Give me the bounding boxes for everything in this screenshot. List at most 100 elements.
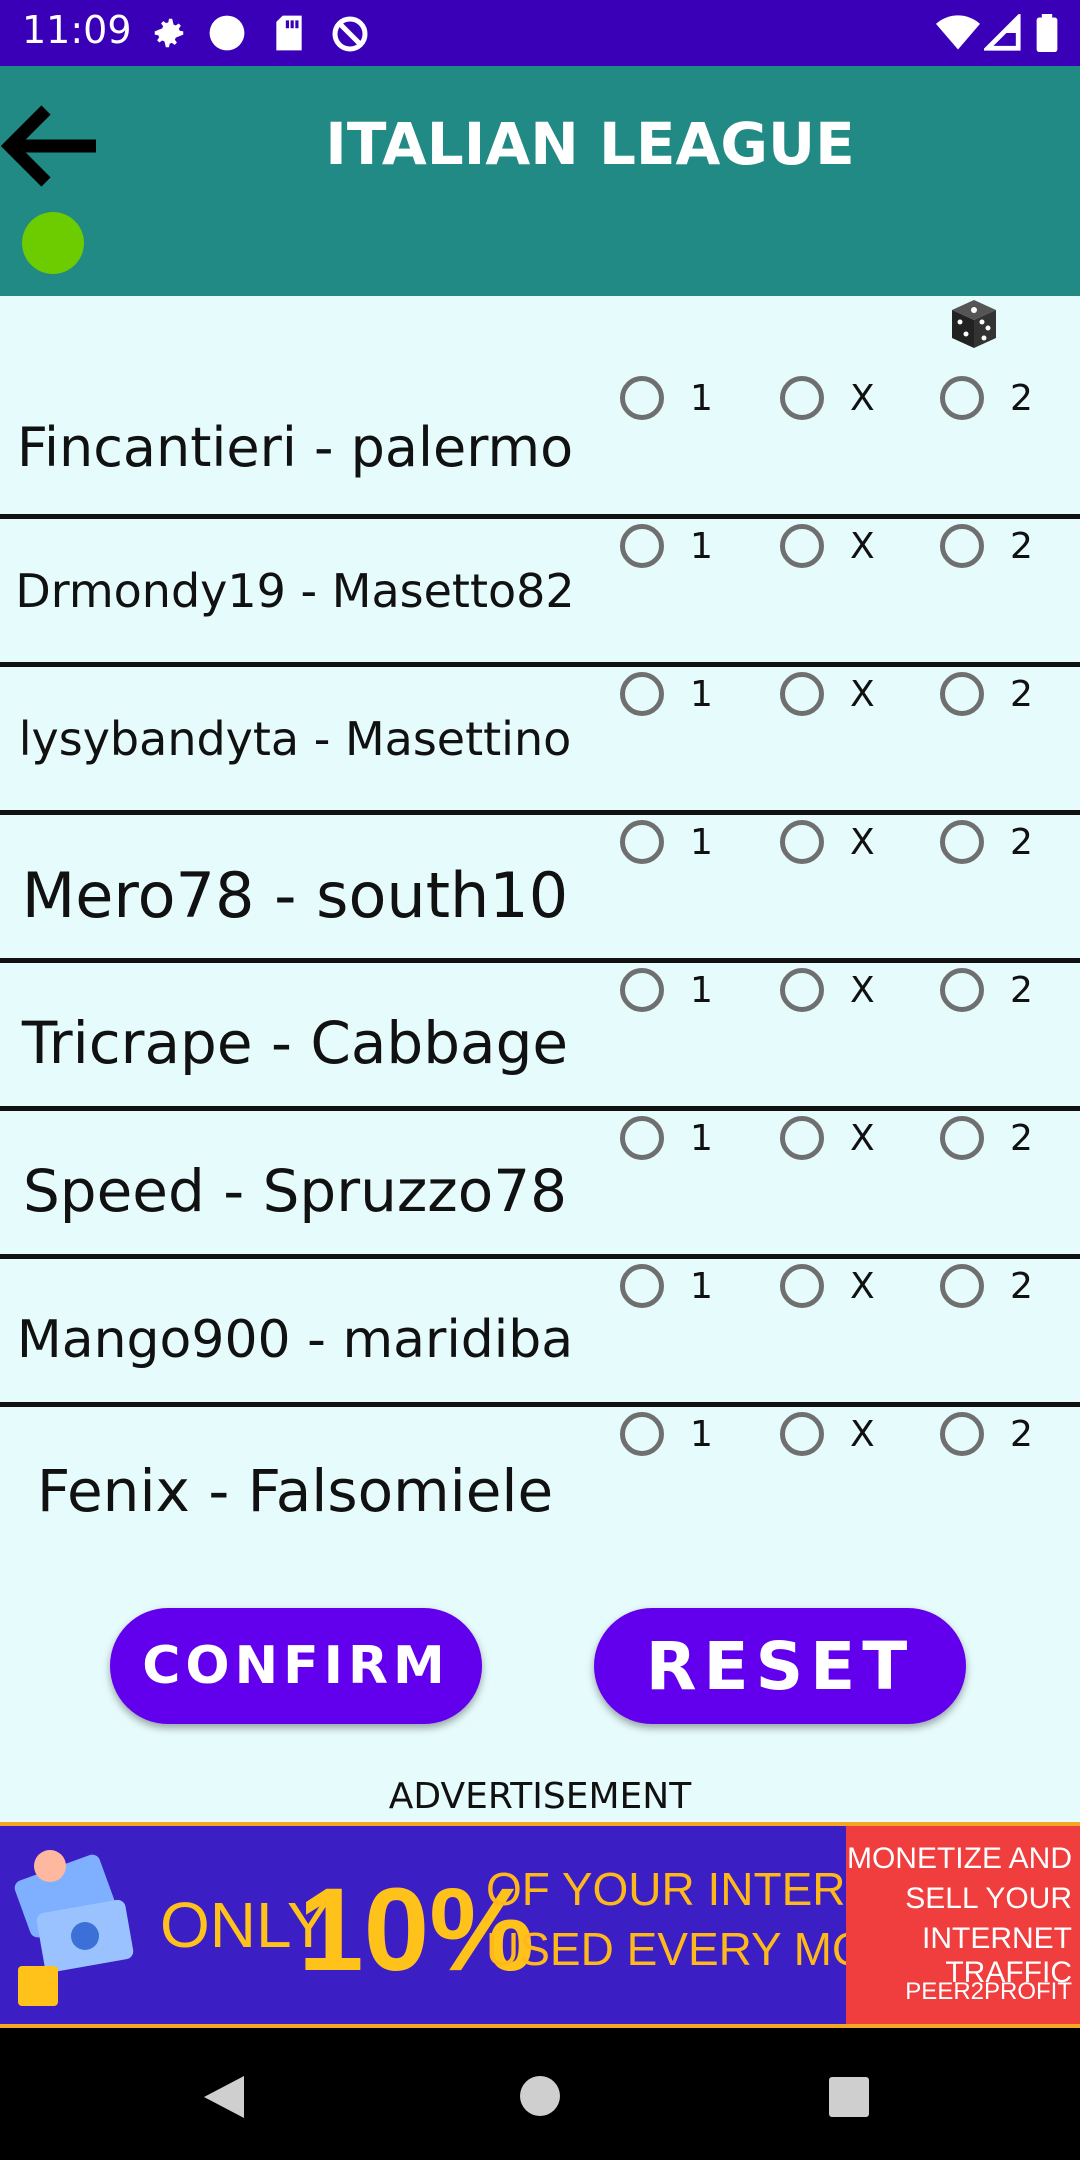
option-label: X (850, 1414, 875, 1455)
navigation-bar (0, 2028, 1080, 2160)
option-away[interactable]: 2 (940, 1264, 1080, 1344)
nav-recents-icon[interactable] (828, 2076, 870, 2118)
option-label: 2 (1010, 822, 1033, 863)
option-home[interactable]: 1 (620, 1264, 760, 1344)
settings-icon (154, 18, 184, 48)
match-row: Speed - Spruzzo78 1 X 2 (0, 1116, 1080, 1260)
radio-button[interactable] (780, 1412, 824, 1456)
radio-button[interactable] (620, 376, 664, 420)
radio-button[interactable] (780, 820, 824, 864)
option-away[interactable]: 2 (940, 1116, 1080, 1196)
option-label: 1 (690, 970, 713, 1011)
option-home[interactable]: 1 (620, 1412, 760, 1492)
radio-button[interactable] (940, 524, 984, 568)
option-away[interactable]: 2 (940, 1412, 1080, 1492)
radio-button[interactable] (780, 968, 824, 1012)
row-divider (0, 958, 1080, 963)
option-label: X (850, 822, 875, 863)
nav-back-icon[interactable] (202, 2074, 246, 2120)
signal-icon (984, 14, 1021, 51)
option-label: 1 (690, 1266, 713, 1307)
option-label: X (850, 970, 875, 1011)
option-label: 1 (690, 1414, 713, 1455)
match-name: Mero78 - south10 (21, 858, 569, 932)
radio-button[interactable] (940, 968, 984, 1012)
option-home[interactable]: 1 (620, 1116, 760, 1196)
option-label: 1 (690, 1118, 713, 1159)
app-bar: ITALIAN LEAGUE (0, 66, 1080, 296)
option-away[interactable]: 2 (940, 672, 1080, 752)
row-divider (0, 662, 1080, 667)
option-label: 1 (690, 822, 713, 863)
option-draw[interactable]: X (780, 376, 920, 456)
option-label: 2 (1010, 970, 1033, 1011)
status-bar: 11:09 (0, 0, 1080, 66)
option-away[interactable]: 2 (940, 524, 1080, 604)
match-name: Mango900 - maridiba (16, 1309, 574, 1370)
option-draw[interactable]: X (780, 1412, 920, 1492)
row-divider (0, 810, 1080, 815)
option-label: X (850, 378, 875, 419)
radio-button[interactable] (620, 820, 664, 864)
sd-card-icon (276, 15, 302, 51)
radio-button[interactable] (620, 672, 664, 716)
radio-button[interactable] (620, 524, 664, 568)
radio-button[interactable] (780, 524, 824, 568)
option-draw[interactable]: X (780, 1116, 920, 1196)
option-away[interactable]: 2 (940, 968, 1080, 1048)
option-draw[interactable]: X (780, 524, 920, 604)
ad-text-right1: MONETIZE AND (846, 1842, 1072, 1875)
advertisement-label: ADVERTISEMENT (388, 1776, 692, 1817)
radio-button[interactable] (940, 820, 984, 864)
radio-button[interactable] (620, 1116, 664, 1160)
option-home[interactable]: 1 (620, 968, 760, 1048)
option-label: X (850, 674, 875, 715)
nav-home-icon[interactable] (518, 2074, 562, 2118)
status-time: 11:09 (22, 8, 132, 52)
radio-button[interactable] (620, 1412, 664, 1456)
option-label: 2 (1010, 1266, 1033, 1307)
match-name: Drmondy19 - Masetto82 (15, 564, 575, 619)
row-divider (0, 514, 1080, 519)
ad-red-panel: MONETIZE AND SELL YOUR INTERNET TRAFFIC … (846, 1826, 1080, 2024)
option-draw[interactable]: X (780, 672, 920, 752)
radio-button[interactable] (940, 1412, 984, 1456)
radio-button[interactable] (940, 1264, 984, 1308)
option-label: 2 (1010, 1118, 1033, 1159)
row-divider (0, 1254, 1080, 1259)
option-draw[interactable]: X (780, 820, 920, 900)
radio-button[interactable] (780, 1264, 824, 1308)
option-home[interactable]: 1 (620, 524, 760, 604)
option-label: 2 (1010, 674, 1033, 715)
option-home[interactable]: 1 (620, 820, 760, 900)
radio-button[interactable] (620, 1264, 664, 1308)
online-status-dot (22, 212, 84, 274)
ad-banner[interactable]: ONLY 10% OF YOUR INTERNET IS USED EVERY … (0, 1822, 1080, 2028)
reset-button[interactable]: RESET (594, 1608, 966, 1724)
option-draw[interactable]: X (780, 968, 920, 1048)
option-draw[interactable]: X (780, 1264, 920, 1344)
option-home[interactable]: 1 (620, 376, 760, 456)
radio-button[interactable] (780, 1116, 824, 1160)
radio-button[interactable] (940, 672, 984, 716)
option-label: 2 (1010, 378, 1033, 419)
dice-icon[interactable] (948, 296, 1000, 352)
option-label: X (850, 1118, 875, 1159)
row-divider (0, 1106, 1080, 1111)
confirm-button[interactable]: CONFIRM (110, 1608, 482, 1724)
ad-text-right2: SELL YOUR (905, 1882, 1072, 1915)
radio-button[interactable] (780, 376, 824, 420)
radio-button[interactable] (940, 376, 984, 420)
match-name: Fincantieri - palermo (16, 415, 574, 479)
radio-button[interactable] (620, 968, 664, 1012)
radio-button[interactable] (780, 672, 824, 716)
option-label: 1 (690, 378, 713, 419)
option-away[interactable]: 2 (940, 820, 1080, 900)
wifi-icon (936, 15, 980, 50)
row-divider (0, 1402, 1080, 1407)
option-away[interactable]: 2 (940, 376, 1080, 456)
option-home[interactable]: 1 (620, 672, 760, 752)
circle-icon (209, 15, 245, 51)
radio-button[interactable] (940, 1116, 984, 1160)
match-row: Tricrape - Cabbage 1 X 2 (0, 968, 1080, 1112)
